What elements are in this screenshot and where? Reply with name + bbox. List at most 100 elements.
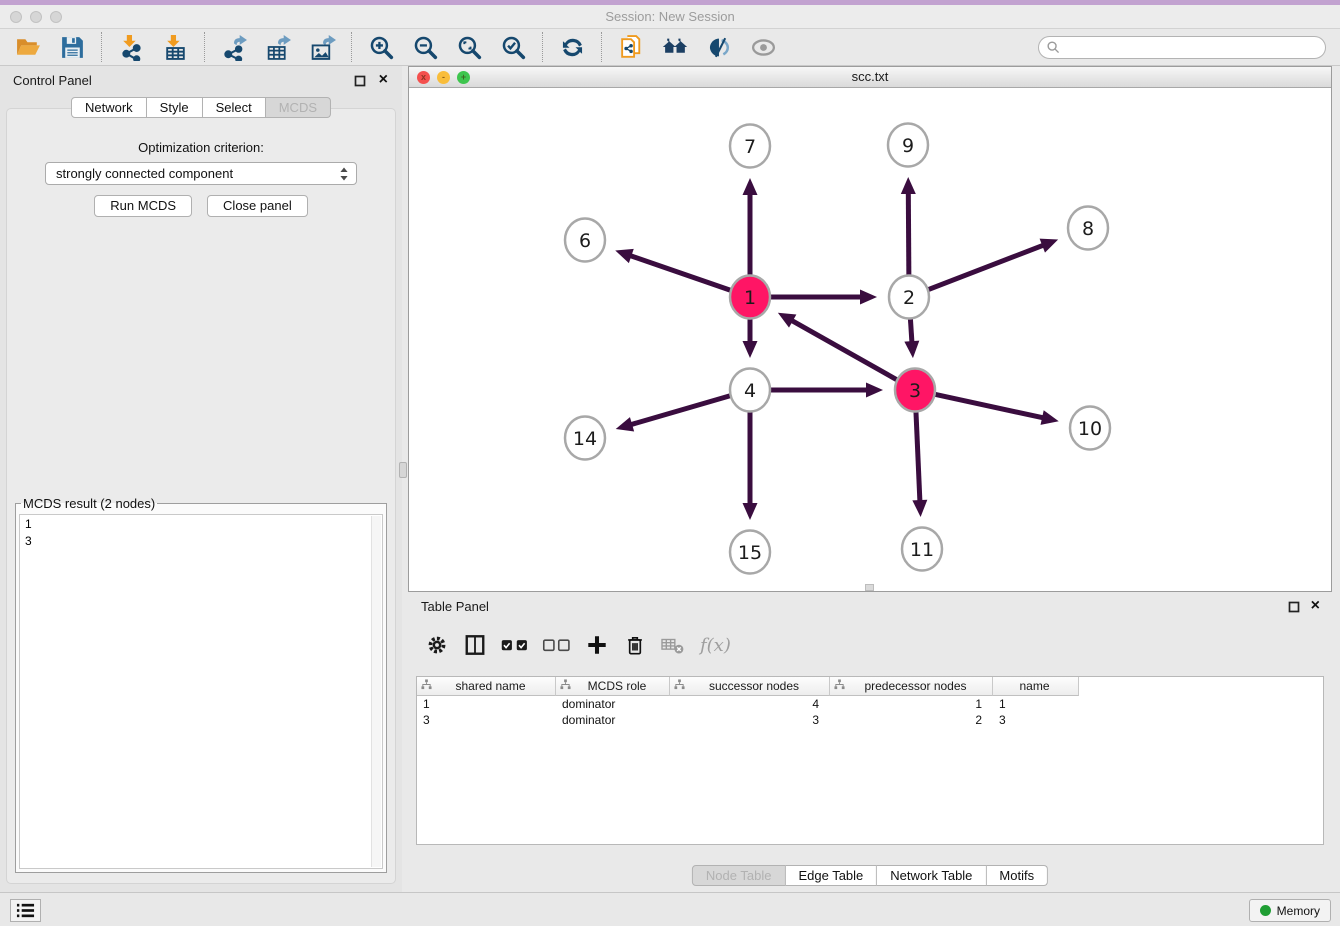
select-all-rows-button[interactable]: [500, 632, 530, 658]
network-graph: 7968124314101511: [409, 88, 1331, 591]
apply-preferred-layout-button[interactable]: [556, 32, 588, 62]
graph-edge-2-8[interactable]: [926, 245, 1045, 291]
window-close-button[interactable]: [10, 11, 22, 23]
table-cell[interactable]: 2: [830, 713, 993, 727]
show-all-button[interactable]: [747, 32, 779, 62]
table-cell[interactable]: 3: [993, 713, 1079, 727]
table-cell[interactable]: 4: [670, 697, 830, 711]
criterion-value: strongly connected component: [56, 166, 233, 181]
open-file-button[interactable]: [12, 32, 44, 62]
table-panel-header: Table Panel ×: [408, 592, 1332, 622]
criterion-dropdown[interactable]: strongly connected component: [45, 162, 357, 185]
column-visibility-button[interactable]: [462, 632, 488, 658]
float-table-icon[interactable]: [1288, 601, 1300, 613]
toolbar-separator: [101, 32, 102, 62]
deselect-all-rows-button[interactable]: [542, 632, 572, 658]
float-window-icon[interactable]: [354, 75, 366, 87]
main-toolbar: [0, 29, 1340, 66]
column-header-mcds-role[interactable]: MCDS role: [556, 677, 670, 696]
close-panel-button[interactable]: Close panel: [207, 195, 308, 217]
memory-button[interactable]: Memory: [1249, 899, 1331, 922]
toolbar-separator: [601, 32, 602, 62]
graph-node-label-14: 14: [573, 428, 597, 450]
table-tab-network-table[interactable]: Network Table: [877, 865, 986, 886]
network-maximize-button[interactable]: +: [457, 71, 470, 84]
network-close-button[interactable]: x: [417, 71, 430, 84]
table-cell[interactable]: dominator: [556, 713, 670, 727]
close-panel-icon[interactable]: ×: [379, 70, 388, 90]
run-mcds-button[interactable]: Run MCDS: [94, 195, 192, 217]
zoom-in-button[interactable]: [365, 32, 397, 62]
table-cell[interactable]: 3: [670, 713, 830, 727]
save-session-button[interactable]: [56, 32, 88, 62]
zoom-out-button[interactable]: [409, 32, 441, 62]
graph-edge-4-14[interactable]: [629, 395, 733, 425]
network-minimize-button[interactable]: -: [437, 71, 450, 84]
import-table-button[interactable]: [159, 32, 191, 62]
table-cell[interactable]: 1: [417, 697, 556, 711]
close-table-icon[interactable]: ×: [1311, 596, 1320, 616]
window-zoom-button[interactable]: [50, 11, 62, 23]
tab-style[interactable]: Style: [147, 97, 203, 118]
export-table-button[interactable]: [262, 32, 294, 62]
graph-edge-2-9[interactable]: [908, 191, 909, 279]
column-header-name[interactable]: name: [993, 677, 1079, 696]
control-panel-tabs: NetworkStyleSelectMCDS: [71, 97, 331, 118]
column-type-icon: [421, 679, 432, 693]
graph-edge-3-11[interactable]: [916, 408, 920, 503]
tab-mcds[interactable]: MCDS: [266, 97, 331, 118]
graph-node-label-15: 15: [738, 542, 762, 564]
mcds-result-area[interactable]: 1 3: [19, 514, 383, 869]
first-neighbors-button[interactable]: [659, 32, 691, 62]
export-network-button[interactable]: [218, 32, 250, 62]
result-scrollbar[interactable]: [371, 516, 381, 867]
canvas-resize-grip[interactable]: [865, 584, 874, 591]
column-header-predecessor-nodes[interactable]: predecessor nodes: [830, 677, 993, 696]
table-settings-button[interactable]: [424, 632, 450, 658]
search-box[interactable]: [1038, 36, 1326, 59]
table-body: 1dominator4113dominator323: [417, 696, 1323, 728]
task-history-button[interactable]: [10, 899, 41, 922]
tab-network[interactable]: Network: [71, 97, 147, 118]
export-image-button[interactable]: [306, 32, 338, 62]
table-tab-motifs[interactable]: Motifs: [986, 865, 1048, 886]
graph-node-label-1: 1: [744, 287, 756, 309]
graph-edge-3-10[interactable]: [933, 394, 1045, 418]
toolbar-button-groups: [6, 29, 785, 65]
table-cell[interactable]: dominator: [556, 697, 670, 711]
tab-select[interactable]: Select: [203, 97, 266, 118]
table-tab-edge-table[interactable]: Edge Table: [785, 865, 877, 886]
graph-edge-1-6[interactable]: [628, 255, 733, 291]
table-cell[interactable]: 1: [830, 697, 993, 711]
graph-edge-3-1[interactable]: [790, 320, 899, 382]
table-cell[interactable]: 3: [417, 713, 556, 727]
zoom-fit-button[interactable]: [453, 32, 485, 62]
add-row-button[interactable]: [584, 632, 610, 658]
control-panel: Control Panel × NetworkStyleSelectMCDS O…: [0, 66, 402, 892]
network-window-titlebar[interactable]: x - + scc.txt: [409, 67, 1331, 88]
table-tab-node-table[interactable]: Node Table: [692, 865, 786, 886]
table-row[interactable]: 3dominator323: [417, 712, 1323, 728]
optimization-criterion-label: Optimization criterion:: [7, 140, 395, 155]
table-cell[interactable]: 1: [993, 697, 1079, 711]
network-canvas[interactable]: 7968124314101511: [409, 88, 1331, 591]
search-input[interactable]: [1061, 40, 1325, 55]
mcds-result-title: MCDS result (2 nodes): [21, 496, 157, 511]
graph-node-label-3: 3: [909, 380, 921, 402]
splitter-grip[interactable]: [399, 462, 407, 478]
column-header-shared-name[interactable]: shared name: [417, 677, 556, 696]
import-network-button[interactable]: [115, 32, 147, 62]
column-header-successor-nodes[interactable]: successor nodes: [670, 677, 830, 696]
titlebar: Session: New Session: [0, 5, 1340, 29]
graph-arrowhead: [866, 383, 883, 398]
column-type-icon: [834, 679, 845, 693]
clone-network-button[interactable]: [615, 32, 647, 62]
window-minimize-button[interactable]: [30, 11, 42, 23]
toolbar-separator: [204, 32, 205, 62]
memory-label: Memory: [1277, 904, 1320, 918]
table-row[interactable]: 1dominator411: [417, 696, 1323, 712]
hide-neighbors-button[interactable]: [703, 32, 735, 62]
delete-row-button[interactable]: [622, 632, 648, 658]
mcds-buttons: Run MCDS Close panel: [7, 195, 395, 217]
zoom-selected-button[interactable]: [497, 32, 529, 62]
